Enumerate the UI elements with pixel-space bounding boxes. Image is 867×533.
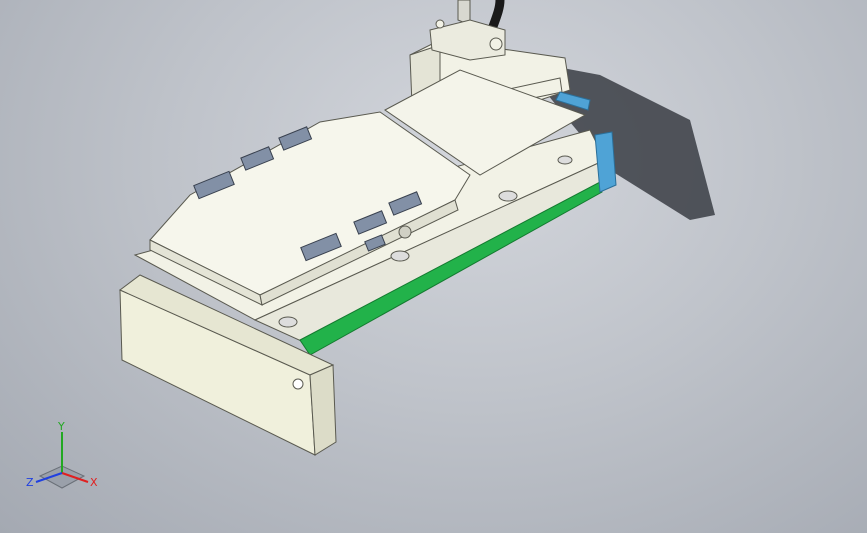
y-axis-label: Y [57,420,65,433]
x-axis-label: X [90,476,98,489]
cad-viewport[interactable]: Y X Z [0,0,867,533]
z-axis-label: Z [26,476,34,489]
linear-actuator-model[interactable] [0,0,867,533]
coordinate-triad[interactable]: Y X Z [20,418,110,498]
